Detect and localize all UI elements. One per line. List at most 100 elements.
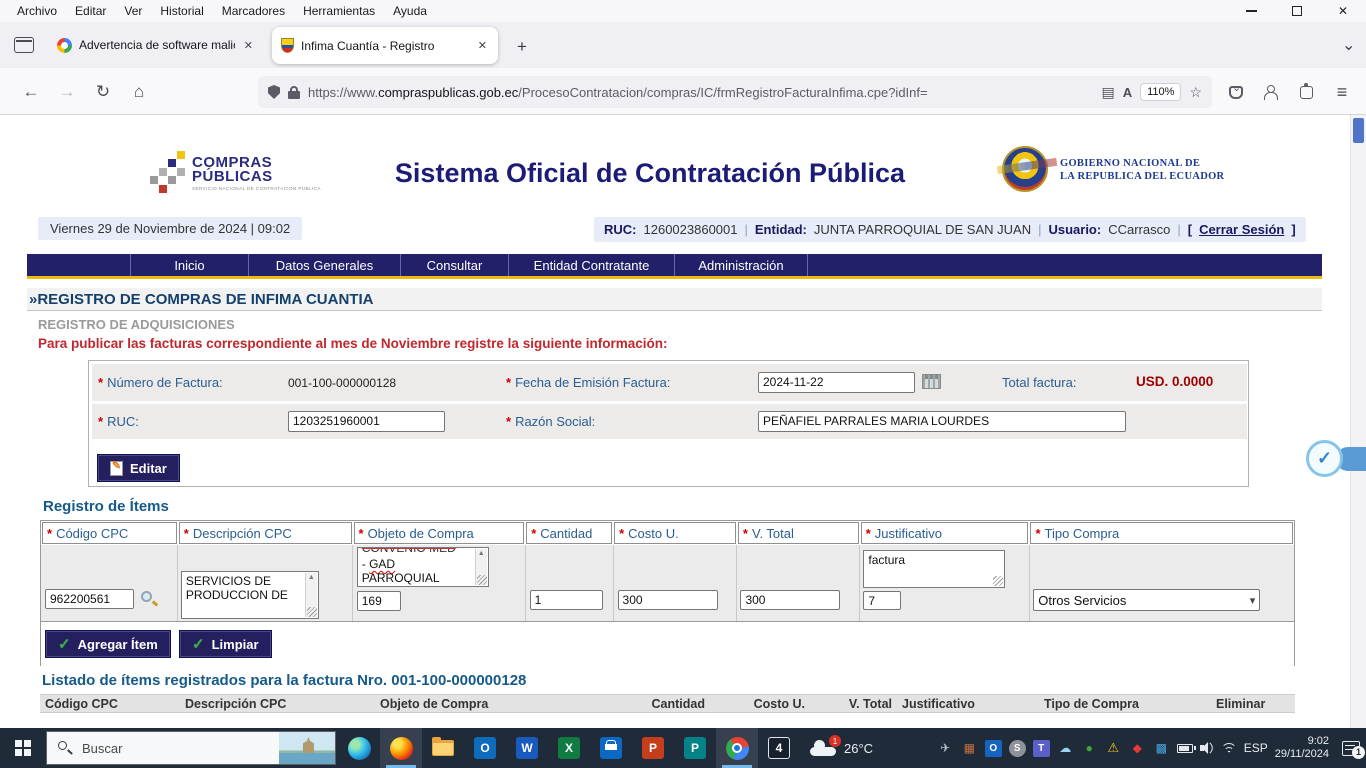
firefox-view-icon[interactable] <box>14 37 34 53</box>
edge-app[interactable] <box>338 728 380 768</box>
menu-icon[interactable]: ≡ <box>1328 79 1356 105</box>
cantidad-input[interactable]: 1 <box>529 590 603 610</box>
calendar-icon[interactable] <box>922 374 941 389</box>
editar-button[interactable]: Editar <box>97 454 180 482</box>
usuario-label: Usuario: <box>1048 222 1102 237</box>
objeto-code-input[interactable]: 169 <box>356 591 401 611</box>
fecha-emision-input[interactable]: 2024-11-22 <box>758 372 915 393</box>
page-scrollbar[interactable] <box>1350 115 1366 728</box>
nav-inicio[interactable]: Inicio <box>130 254 248 276</box>
notification-center-icon[interactable]: 1 <box>1342 740 1365 759</box>
close-button[interactable]: ✕ <box>1320 0 1366 22</box>
minimize-button[interactable] <box>1228 0 1274 22</box>
address-bar[interactable]: https://www.compraspublicas.gob.ec/Proce… <box>258 76 1212 108</box>
nav-administracion[interactable]: Administración <box>674 254 808 276</box>
store-app[interactable] <box>590 728 632 768</box>
reload-icon[interactable]: ↻ <box>88 77 118 107</box>
search-highlight-image[interactable] <box>279 732 335 764</box>
powerpoint-app[interactable]: P <box>632 728 674 768</box>
reader-mode-icon[interactable]: ▤ <box>1101 84 1114 101</box>
explorer-app[interactable] <box>422 728 464 768</box>
start-button[interactable] <box>0 728 46 768</box>
cerrar-sesion-link[interactable]: Cerrar Sesión <box>1199 222 1284 237</box>
tray-icon-6[interactable]: ☁ <box>1057 740 1074 757</box>
photos-app[interactable]: 4 <box>758 728 800 768</box>
home-icon[interactable]: ⌂ <box>124 77 154 107</box>
entidad-value: JUNTA PARROQUIAL DE SAN JUAN <box>813 222 1032 237</box>
language-indicator[interactable]: ESP <box>1244 741 1268 755</box>
main-nav: Inicio Datos Generales Consultar Entidad… <box>27 254 1322 276</box>
tray-icon-2[interactable]: ▦ <box>961 740 978 757</box>
justificativo-textarea[interactable]: factura <box>863 550 1006 588</box>
new-tab-button[interactable]: + <box>510 35 534 59</box>
entidad-label: Entidad: <box>754 222 807 237</box>
account-icon[interactable] <box>1256 79 1284 105</box>
menu-herramientas[interactable]: Herramientas <box>294 2 384 20</box>
outlook-app[interactable]: O <box>464 728 506 768</box>
costo-unitario-input[interactable]: 300 <box>617 590 718 610</box>
menu-archivo[interactable]: Archivo <box>8 2 66 20</box>
tray-icon-10[interactable]: ▩ <box>1153 740 1170 757</box>
scrollbar-thumb[interactable] <box>1353 118 1364 143</box>
assistant-widget[interactable]: ✓ <box>1306 440 1343 477</box>
descripcion-cpc-textarea[interactable]: SERVICIOS DE PRODUCCION DE ▲ <box>180 571 319 619</box>
maximize-button[interactable] <box>1274 0 1320 22</box>
zoom-level-chip[interactable]: 110% <box>1140 83 1182 101</box>
chrome-app[interactable] <box>716 728 758 768</box>
windows-logo-icon <box>15 740 31 756</box>
tray-icon-8[interactable]: ⚠ <box>1105 740 1122 757</box>
taskbar-weather[interactable]: 1 26°C <box>810 728 873 768</box>
ruc-input[interactable]: 1203251960001 <box>288 411 445 432</box>
nav-datos-generales[interactable]: Datos Generales <box>248 254 400 276</box>
volume-icon[interactable] <box>1199 742 1214 754</box>
tray-icon-1[interactable]: ✈ <box>937 740 954 757</box>
tab-close-icon[interactable]: ✕ <box>476 37 489 54</box>
codigo-cpc-input[interactable]: 962200561 <box>45 589 134 609</box>
clock[interactable]: 9:02 29/11/2024 <box>1275 735 1329 762</box>
photos-icon: 4 <box>768 737 790 759</box>
wifi-icon[interactable] <box>1220 742 1237 754</box>
forward-icon[interactable]: → <box>52 77 82 107</box>
numero-factura-value: 001-100-000000128 <box>288 376 397 390</box>
agregar-item-button[interactable]: ✓ Agregar Ítem <box>45 630 171 658</box>
nav-consultar[interactable]: Consultar <box>400 254 508 276</box>
list-all-tabs-icon[interactable]: ⌄ <box>1334 33 1363 57</box>
tray-icon-3[interactable]: O <box>984 739 1002 757</box>
close-icon: ✕ <box>1337 4 1349 18</box>
valor-total-input[interactable]: 300 <box>740 590 841 610</box>
tray-icon-9[interactable]: ◆ <box>1129 740 1146 757</box>
menu-editar[interactable]: Editar <box>66 2 115 20</box>
page-title: Sistema Oficial de Contratación Pública <box>394 158 906 188</box>
tab-infima-cuantia-active[interactable]: Infima Cuantía - Registro ✕ <box>272 27 498 64</box>
publisher-app[interactable]: P <box>674 728 716 768</box>
limpiar-button[interactable]: ✓ Limpiar <box>179 630 272 658</box>
menu-ver[interactable]: Ver <box>115 2 151 20</box>
tray-icon-4[interactable]: S <box>1008 739 1026 757</box>
nav-entidad-contratante[interactable]: Entidad Contratante <box>508 254 674 276</box>
pocket-icon[interactable] <box>1222 79 1250 105</box>
menu-historial[interactable]: Historial <box>151 2 212 20</box>
menu-ayuda[interactable]: Ayuda <box>384 2 436 20</box>
ruc-label: RUC: <box>604 222 637 237</box>
battery-icon[interactable] <box>1176 743 1196 753</box>
objeto-compra-textarea[interactable]: CONVENIO MED - GAD PARROQUIAL SAN JUAN ▲ <box>356 547 489 587</box>
back-icon[interactable]: ← <box>16 77 46 107</box>
taskbar-search[interactable]: Buscar <box>46 731 336 765</box>
menu-marcadores[interactable]: Marcadores <box>213 2 294 20</box>
powerpoint-icon: P <box>642 737 664 759</box>
tray-icon-7[interactable]: ● <box>1081 740 1098 757</box>
tracking-shield-icon[interactable] <box>268 85 280 99</box>
lock-icon[interactable] <box>288 85 300 99</box>
tipo-compra-select[interactable]: Otros Servicios ▾ <box>1033 589 1261 611</box>
excel-app[interactable]: X <box>548 728 590 768</box>
tab-advertencia[interactable]: Advertencia de software malici ✕ <box>48 29 264 61</box>
word-app[interactable]: W <box>506 728 548 768</box>
extensions-icon[interactable] <box>1292 79 1320 105</box>
tab-close-icon[interactable]: ✕ <box>242 37 255 54</box>
firefox-app[interactable] <box>380 728 422 768</box>
justificativo-code-input[interactable]: 7 <box>863 591 902 610</box>
tray-icon-5[interactable]: T <box>1032 739 1050 757</box>
translate-icon[interactable]: A <box>1123 85 1132 100</box>
bookmark-star-icon[interactable]: ☆ <box>1189 84 1202 101</box>
razon-social-input[interactable]: PEÑAFIEL PARRALES MARIA LOURDES <box>758 411 1126 432</box>
